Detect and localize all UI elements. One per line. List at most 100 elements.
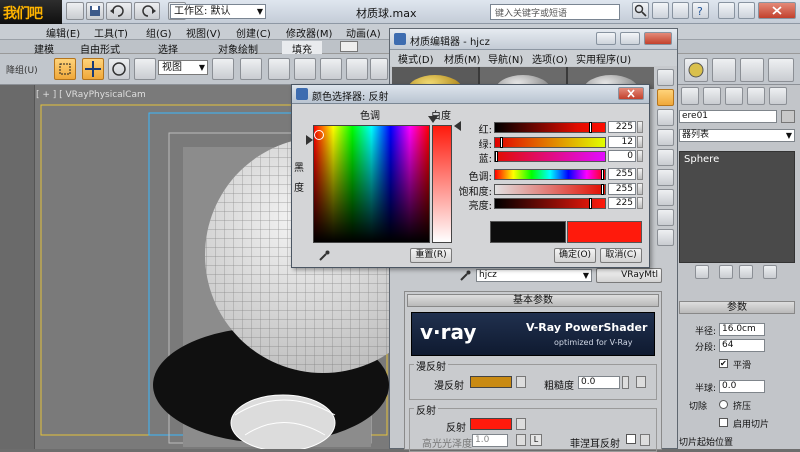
save-icon[interactable] bbox=[86, 2, 104, 20]
material-type-button[interactable]: VRayMtl bbox=[596, 268, 662, 283]
toolbar-unlink-label[interactable]: 降组(U) bbox=[6, 63, 38, 76]
keyboard-shortcut-icon[interactable] bbox=[268, 58, 290, 80]
chop-label[interactable]: 切除 bbox=[689, 399, 707, 412]
material-name-field[interactable]: hjcz ▼ bbox=[476, 269, 592, 282]
minimize-window-button[interactable] bbox=[718, 2, 735, 19]
snap-toggle-icon[interactable] bbox=[294, 58, 316, 80]
pin-stack-icon[interactable] bbox=[695, 265, 709, 279]
render-setup-icon[interactable] bbox=[712, 58, 736, 82]
video-color-check-icon[interactable] bbox=[657, 149, 674, 166]
menu-modifiers[interactable]: 修改器(M) bbox=[286, 25, 332, 40]
slider-value-red[interactable]: 225 bbox=[608, 121, 636, 133]
slider-spinner-green[interactable] bbox=[637, 136, 643, 148]
select-object-icon[interactable] bbox=[54, 58, 76, 80]
slider-value-blue[interactable]: 0 bbox=[608, 150, 636, 162]
color-picker-close-button[interactable] bbox=[618, 87, 644, 100]
slider-thumb-val[interactable] bbox=[589, 198, 592, 209]
close-window-button[interactable] bbox=[758, 2, 796, 19]
slider-spinner-hue[interactable] bbox=[637, 168, 643, 180]
ok-button[interactable]: 确定(O) bbox=[554, 248, 596, 263]
menu-create[interactable]: 创建(C) bbox=[236, 25, 271, 40]
mat-menu-material[interactable]: 材质(M) bbox=[444, 51, 480, 66]
menu-group[interactable]: 组(G) bbox=[146, 25, 172, 40]
material-editor-titlebar[interactable]: 材质编辑器 - hjcz bbox=[390, 29, 677, 50]
slider-spinner-red[interactable] bbox=[637, 121, 643, 133]
app-logo[interactable]: 我们吧 bbox=[0, 0, 62, 24]
reset-button[interactable]: 重置(R) bbox=[410, 248, 452, 263]
reflection-map-button[interactable] bbox=[516, 418, 526, 430]
slider-hue[interactable] bbox=[494, 169, 606, 180]
make-unique-icon[interactable] bbox=[739, 265, 753, 279]
slider-value-sat[interactable]: 255 bbox=[608, 183, 636, 195]
enable-slice-checkbox[interactable] bbox=[719, 418, 728, 427]
slider-value-green[interactable]: 12 bbox=[608, 136, 636, 148]
viewport-label[interactable]: [ + ] [ VRayPhysicalCam bbox=[36, 90, 146, 100]
search-icon[interactable] bbox=[632, 2, 649, 19]
angle-snap-icon[interactable] bbox=[320, 58, 342, 80]
diffuse-color-swatch[interactable] bbox=[470, 376, 512, 388]
hilight-lock-button[interactable]: L bbox=[530, 434, 542, 446]
slider-red[interactable] bbox=[494, 122, 606, 133]
select-by-material-icon[interactable] bbox=[657, 209, 674, 226]
sample-type-icon[interactable] bbox=[657, 69, 674, 86]
motion-tab-icon[interactable] bbox=[747, 87, 765, 105]
new-file-button[interactable] bbox=[66, 2, 84, 20]
display-tab-icon[interactable] bbox=[769, 87, 787, 105]
mat-menu-navigation[interactable]: 导航(N) bbox=[488, 51, 523, 66]
slider-value-hue[interactable]: 255 bbox=[608, 168, 636, 180]
eyedropper-icon[interactable] bbox=[458, 269, 472, 283]
diffuse-roughness-input[interactable]: 0.0 bbox=[578, 376, 620, 389]
slider-thumb-hue[interactable] bbox=[601, 169, 604, 180]
color-eyedropper-icon[interactable] bbox=[317, 249, 331, 263]
blackness-pointer-icon[interactable] bbox=[306, 135, 313, 145]
rotate-icon[interactable] bbox=[108, 58, 130, 80]
fresnel-map-button[interactable] bbox=[640, 434, 650, 446]
slider-thumb-red[interactable] bbox=[589, 122, 592, 133]
select-manipulate-icon[interactable] bbox=[240, 58, 262, 80]
mat-options-icon[interactable] bbox=[657, 189, 674, 206]
slider-spinner-blue[interactable] bbox=[637, 150, 643, 162]
configure-sets-icon[interactable] bbox=[763, 265, 777, 279]
hemisphere-input[interactable]: 0.0 bbox=[719, 380, 765, 393]
star-icon[interactable] bbox=[672, 2, 689, 19]
slider-val[interactable] bbox=[494, 198, 606, 209]
slider-spinner-sat[interactable] bbox=[637, 183, 643, 195]
uv-tiling-icon[interactable] bbox=[657, 129, 674, 146]
cancel-button[interactable]: 取消(C) bbox=[600, 248, 642, 263]
slider-value-val[interactable]: 225 bbox=[608, 197, 636, 209]
slider-sat[interactable] bbox=[494, 184, 606, 195]
rendered-frame-icon[interactable] bbox=[740, 58, 764, 82]
percent-snap-icon[interactable] bbox=[346, 58, 368, 80]
render-teapot-icon[interactable] bbox=[768, 58, 794, 82]
material-editor-icon[interactable] bbox=[684, 58, 708, 82]
spinner-snap-icon[interactable] bbox=[370, 58, 388, 80]
slider-blue[interactable] bbox=[494, 151, 606, 162]
menu-views[interactable]: 视图(V) bbox=[186, 25, 221, 40]
menu-animation[interactable]: 动画(A) bbox=[346, 25, 381, 40]
mat-maximize-button[interactable] bbox=[620, 32, 640, 45]
search-input[interactable]: 键入关键字或短语 bbox=[490, 4, 620, 20]
menu-tools[interactable]: 工具(T) bbox=[94, 25, 128, 40]
object-name-field[interactable]: ere01 bbox=[679, 110, 777, 123]
modifier-list-select[interactable]: 器列表 ▼ bbox=[679, 129, 795, 142]
mat-minimize-button[interactable] bbox=[596, 32, 616, 45]
modify-tab-icon[interactable] bbox=[703, 87, 721, 105]
stack-item-sphere[interactable]: Sphere bbox=[680, 154, 719, 165]
segments-input[interactable]: 64 bbox=[719, 339, 765, 352]
object-color-swatch[interactable] bbox=[781, 110, 795, 123]
ribbon-options-icon[interactable] bbox=[340, 41, 358, 52]
mat-menu-utilities[interactable]: 实用程序(U) bbox=[576, 51, 631, 66]
reference-coordinate-select[interactable]: 视图 ▼ bbox=[158, 60, 208, 75]
hilight-glossiness-input[interactable]: 1.0 bbox=[472, 434, 508, 447]
redo-icon[interactable] bbox=[134, 2, 160, 20]
radius-input[interactable]: 16.0cm bbox=[719, 323, 765, 336]
original-color-swatch[interactable] bbox=[490, 221, 566, 243]
hue-blackness-field[interactable] bbox=[313, 125, 430, 243]
slider-thumb-green[interactable] bbox=[500, 137, 503, 148]
undo-icon[interactable] bbox=[106, 2, 132, 20]
hierarchy-tab-icon[interactable] bbox=[725, 87, 743, 105]
diffuse-map-button[interactable] bbox=[516, 376, 526, 388]
whiteness-top-pointer-icon[interactable] bbox=[428, 116, 438, 123]
create-tab-icon[interactable] bbox=[681, 87, 699, 105]
fresnel-checkbox[interactable] bbox=[626, 434, 636, 444]
